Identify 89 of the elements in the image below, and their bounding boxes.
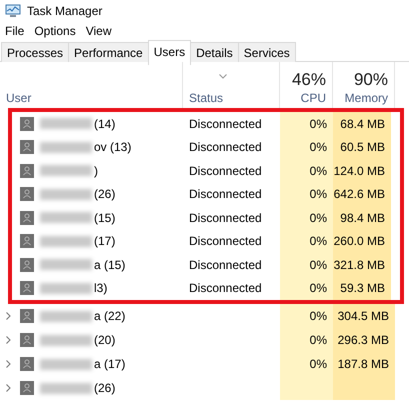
user-name: ov (13) [94, 140, 132, 154]
memory-cell: 642.6 MB [333, 182, 391, 206]
memory-cell: 59.3 MB [333, 276, 391, 300]
memory-cell: 187.8 MB [333, 352, 395, 376]
cpu-cell: 0% [280, 276, 333, 300]
status-text: Disconnected [189, 234, 262, 248]
status-text: Disconnected [189, 258, 262, 272]
memory-cell: 296.3 MB [333, 328, 395, 352]
cpu-cell: 0% [280, 304, 333, 328]
memory-cell: 68.4 MB [333, 112, 391, 136]
memory-cell: 321.8 MB [333, 253, 391, 276]
user-name: a (22) [94, 309, 126, 323]
blurred-text [40, 282, 92, 294]
status-text: Disconnected [189, 164, 262, 178]
memory-cell: 304.5 MB [333, 304, 395, 328]
menu-item[interactable]: Options [34, 24, 76, 38]
chevron-down-icon [219, 74, 227, 79]
status-text: Disconnected [189, 281, 262, 296]
memory-cell: 260.0 MB [333, 230, 391, 253]
user-name: (26) [94, 187, 116, 202]
tab[interactable]: Performance [68, 42, 149, 62]
column-header[interactable]: User [6, 91, 176, 105]
blurred-text [40, 165, 92, 176]
tab[interactable]: Services [238, 42, 296, 62]
user-icon [20, 210, 34, 225]
expand-chevron-icon[interactable] [6, 360, 11, 368]
column-header[interactable]: Status [189, 91, 273, 105]
column-header[interactable]: Memory [344, 91, 388, 105]
tab[interactable]: Processes [1, 42, 70, 62]
menu-item[interactable]: View [86, 24, 112, 38]
cpu-cell: 0% [280, 230, 333, 253]
memory-cell [333, 376, 395, 400]
user-name: (14) [94, 116, 116, 131]
user-name: ) [94, 164, 98, 178]
cpu-cell: 0% [280, 159, 333, 182]
cpu-cell: 0% [280, 136, 333, 159]
monitor-icon [5, 4, 21, 18]
menu-item[interactable]: File [5, 24, 24, 38]
expand-chevron-icon[interactable] [6, 336, 11, 344]
cpu-cell: 0% [280, 206, 333, 230]
column-header[interactable]: CPU [300, 91, 326, 105]
blurred-text [40, 259, 92, 270]
user-icon [20, 187, 34, 202]
status-text: Disconnected [189, 116, 262, 131]
cpu-cell [280, 376, 333, 400]
user-name: (17) [94, 234, 116, 248]
user-icon [20, 258, 34, 272]
user-icon [20, 116, 34, 131]
blurred-text [40, 382, 92, 394]
user-icon [20, 164, 34, 178]
memory-cell: 124.0 MB [333, 159, 391, 182]
blurred-text [40, 334, 92, 346]
expand-chevron-icon[interactable] [6, 312, 11, 320]
cpu-cell: 0% [280, 352, 333, 376]
blurred-text [40, 310, 92, 322]
user-name: (26) [94, 381, 116, 395]
blurred-text [40, 188, 92, 200]
user-name: (15) [94, 210, 116, 225]
blurred-text [40, 236, 92, 247]
user-icon [20, 309, 34, 323]
memory-cell: 60.5 MB [333, 136, 391, 159]
tab[interactable]: Users [148, 40, 192, 65]
status-text: Disconnected [189, 210, 262, 225]
cpu-total: 46% [292, 70, 326, 90]
tab[interactable]: Details [190, 42, 239, 62]
blurred-text [40, 212, 92, 224]
window-title: Task Manager [27, 4, 102, 18]
user-name: (20) [94, 333, 116, 347]
user-icon [20, 234, 34, 248]
user-icon [20, 140, 34, 154]
blurred-text [40, 358, 92, 370]
user-icon [20, 281, 34, 296]
cpu-cell: 0% [280, 182, 333, 206]
memory-total: 90% [354, 70, 388, 90]
blurred-text [40, 118, 92, 130]
status-text: Disconnected [189, 140, 262, 154]
user-name: a (15) [94, 258, 126, 272]
expand-chevron-icon[interactable] [6, 384, 11, 392]
user-name: l3) [94, 281, 108, 296]
cpu-cell: 0% [280, 328, 333, 352]
user-name: a (17) [94, 357, 126, 371]
blurred-text [40, 142, 92, 153]
user-icon [20, 381, 34, 395]
cpu-cell: 0% [280, 112, 333, 136]
user-icon [20, 333, 34, 347]
user-icon [20, 357, 34, 371]
status-text: Disconnected [189, 187, 262, 202]
cpu-cell: 0% [280, 253, 333, 276]
memory-cell: 98.4 MB [333, 206, 391, 230]
